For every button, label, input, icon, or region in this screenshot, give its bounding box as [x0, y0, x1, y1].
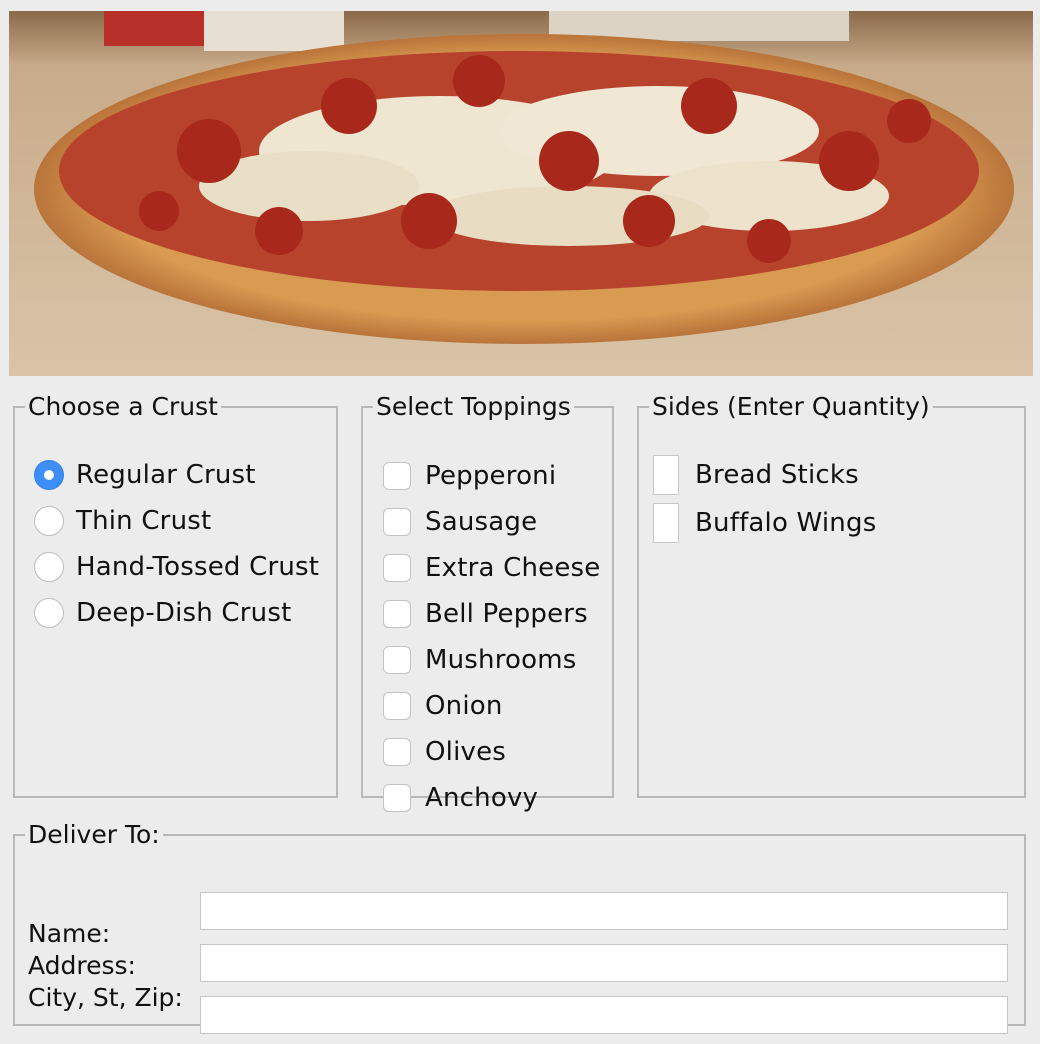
checkbox-icon[interactable]	[383, 508, 411, 536]
deliver-panel: Deliver To: Name: Address: City, St, Zip…	[13, 820, 1026, 1034]
checkbox-icon[interactable]	[383, 646, 411, 674]
topping-onion[interactable]: Onion	[383, 691, 503, 721]
topping-label: Pepperoni	[425, 461, 557, 491]
crust-option-thin[interactable]: Thin Crust	[34, 506, 211, 536]
side-buffalo-wings: Buffalo Wings	[653, 503, 876, 543]
topping-label: Sausage	[425, 507, 538, 537]
toppings-panel-title: Select Toppings	[376, 392, 571, 421]
checkbox-icon[interactable]	[383, 738, 411, 766]
buffalo-wings-quantity-input[interactable]	[653, 503, 679, 543]
sides-panel-title: Sides (Enter Quantity)	[652, 392, 930, 421]
topping-olives[interactable]: Olives	[383, 737, 506, 767]
side-label: Bread Sticks	[695, 460, 859, 490]
address-label: Address:	[28, 951, 136, 980]
radio-icon[interactable]	[34, 506, 64, 536]
checkbox-icon[interactable]	[383, 784, 411, 812]
topping-label: Extra Cheese	[425, 553, 601, 583]
topping-sausage[interactable]: Sausage	[383, 507, 537, 537]
crust-option-hand-tossed[interactable]: Hand-Tossed Crust	[34, 552, 319, 582]
city-state-zip-input[interactable]	[200, 996, 1008, 1034]
sides-panel: Sides (Enter Quantity) Bread Sticks Buff…	[637, 393, 1026, 798]
name-label: Name:	[28, 919, 111, 948]
crust-option-label: Deep-Dish Crust	[76, 598, 292, 628]
side-bread-sticks: Bread Sticks	[653, 455, 859, 495]
topping-mushrooms[interactable]: Mushrooms	[383, 645, 577, 675]
deliver-panel-title: Deliver To:	[28, 820, 160, 849]
radio-selected-icon[interactable]	[34, 460, 64, 490]
checkbox-icon[interactable]	[383, 554, 411, 582]
checkbox-icon[interactable]	[383, 600, 411, 628]
topping-label: Bell Peppers	[425, 599, 588, 629]
crust-option-label: Hand-Tossed Crust	[76, 552, 320, 582]
topping-label: Onion	[425, 691, 503, 721]
radio-icon[interactable]	[34, 552, 64, 582]
topping-pepperoni[interactable]: Pepperoni	[383, 461, 556, 491]
bread-sticks-quantity-input[interactable]	[653, 455, 679, 495]
radio-icon[interactable]	[34, 598, 64, 628]
crust-option-label: Thin Crust	[76, 506, 212, 536]
topping-label: Mushrooms	[425, 645, 577, 675]
topping-anchovy[interactable]: Anchovy	[383, 783, 538, 813]
topping-label: Olives	[425, 737, 507, 767]
address-input[interactable]	[200, 944, 1008, 982]
checkbox-icon[interactable]	[383, 462, 411, 490]
topping-label: Anchovy	[425, 783, 539, 813]
pizza-image	[9, 11, 1033, 376]
topping-extra-cheese[interactable]: Extra Cheese	[383, 553, 600, 583]
name-input[interactable]	[200, 892, 1008, 930]
side-label: Buffalo Wings	[695, 508, 877, 538]
topping-bell-peppers[interactable]: Bell Peppers	[383, 599, 588, 629]
crust-panel: Choose a Crust Regular Crust Thin Crust …	[13, 393, 338, 798]
crust-option-deep-dish[interactable]: Deep-Dish Crust	[34, 598, 292, 628]
crust-option-regular[interactable]: Regular Crust	[34, 460, 256, 490]
city-state-zip-label: City, St, Zip:	[28, 983, 183, 1012]
checkbox-icon[interactable]	[383, 692, 411, 720]
crust-option-label: Regular Crust	[76, 460, 256, 490]
toppings-panel: Select Toppings Pepperoni Sausage Extra …	[361, 392, 614, 813]
crust-panel-title: Choose a Crust	[28, 392, 218, 421]
